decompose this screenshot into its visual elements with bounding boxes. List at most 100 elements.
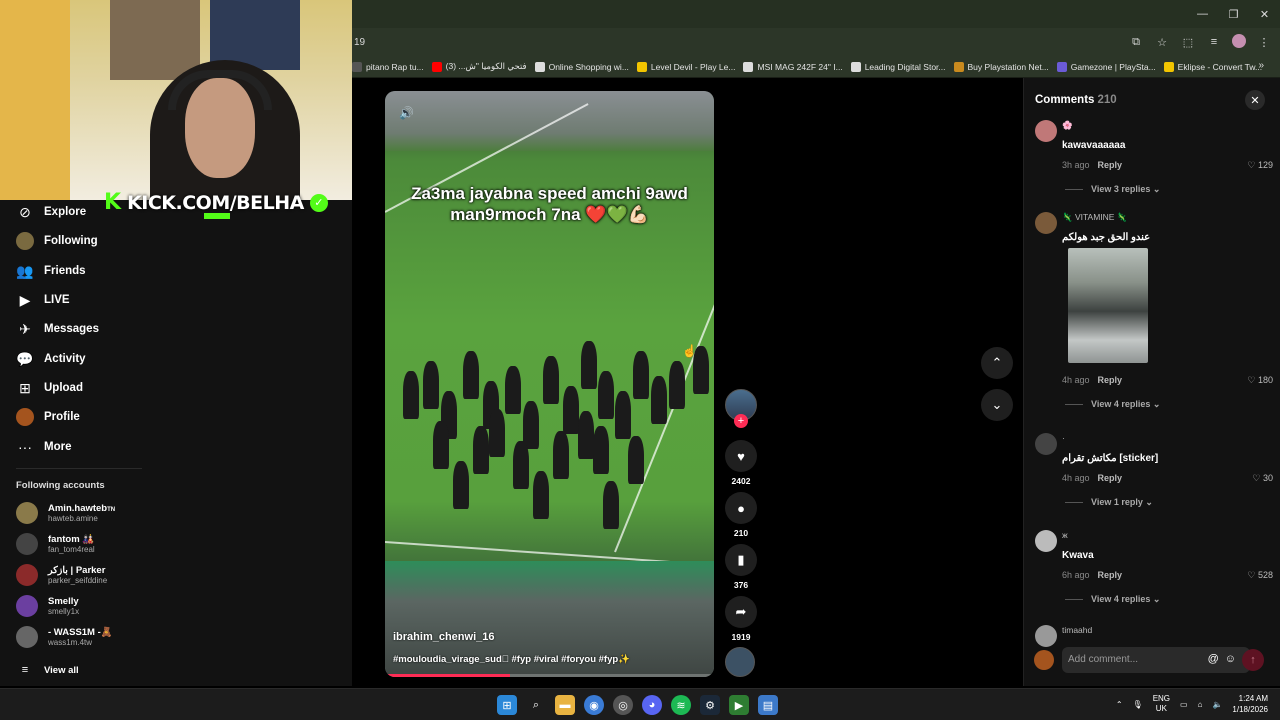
bookmark-item[interactable]: فتحي الكوميا "ش... (3) [431,61,527,72]
bookmark-item[interactable]: Level Devil - Play Le... [636,61,735,72]
follow-plus-icon[interactable]: + [734,414,748,428]
music-disc[interactable] [725,647,755,677]
bookmark-star-icon[interactable]: ☆ [1154,34,1170,50]
following-account[interactable]: Amin.hawtebTN hawteb.amine [16,502,115,524]
address-text[interactable]: 19 [354,37,365,48]
search-icon[interactable]: ⌕ [526,695,546,715]
network-icon[interactable]: ⌂ [1198,700,1203,709]
reply-button[interactable]: Reply [1098,375,1123,385]
microphone-icon[interactable]: 🎙 [1133,700,1143,709]
comment-username[interactable]: ж [1062,530,1068,540]
view-replies-button[interactable]: View 4 replies ⌄ [1065,594,1160,605]
photos-icon[interactable]: ▤ [758,695,778,715]
bookmark-item[interactable]: Eklipse - Convert Tw... [1163,61,1262,72]
language-indicator[interactable]: ENG UK [1153,694,1170,714]
more-bookmarks-icon[interactable]: » [1258,60,1264,71]
view-replies-button[interactable]: View 1 reply ⌄ [1065,497,1153,508]
sidebar-item-upload[interactable]: ⊞ Upload [16,379,83,397]
bookmark-item[interactable]: Gamezone | PlaySta... [1056,61,1156,72]
comment-like-button[interactable]: ♡ 129 [1247,160,1273,171]
clock[interactable]: 1:24 AM 1/18/2026 [1232,693,1268,715]
comment-avatar[interactable] [1035,120,1057,142]
steam-icon[interactable]: ⚙ [700,695,720,715]
sidebar-item-friends[interactable]: 👥 Friends [16,262,85,280]
comment-username[interactable]: 🌸 [1062,120,1073,131]
close-comments-button[interactable]: ✕ [1245,90,1265,110]
close-window-button[interactable]: ✕ [1249,0,1280,28]
view-replies-button[interactable]: View 3 replies ⌄ [1065,184,1160,195]
bookmark-favicon-icon [850,61,861,72]
following-account[interactable]: fantom 🎎 fan_tom4real [16,533,95,555]
following-account[interactable]: بازكر | Parker parker_seifddine [16,564,107,586]
spotify-icon[interactable]: ≋ [671,695,691,715]
sidebar-item-messages[interactable]: ✈ Messages [16,320,99,338]
view-replies-button[interactable]: View 4 replies ⌄ [1065,399,1160,410]
sidebar-item-activity[interactable]: 💬 Activity [16,350,85,368]
comment-avatar[interactable] [1035,625,1057,647]
comment-like-button[interactable]: ♡ 30 [1252,473,1273,484]
game-launcher-icon[interactable]: ▶ [729,695,749,715]
video-progress-bar[interactable] [385,674,714,677]
following-account[interactable]: Smelly smelly1x [16,595,79,617]
comment-button[interactable]: ● [725,492,757,524]
volume-tray-icon[interactable]: 🔈 [1212,700,1222,709]
chrome-icon[interactable]: ◉ [584,695,604,715]
next-video-button[interactable]: ⌄ [981,389,1013,421]
sidebar-item-profile[interactable]: Profile [16,408,80,426]
bookmark-favicon-icon [743,61,754,72]
bookmark-label: pitano Rap tu... [366,61,424,72]
cast-icon[interactable]: ⧉ [1128,34,1144,50]
activity-icon: 💬 [16,350,34,367]
restore-button[interactable]: ❐ [1218,0,1249,28]
sidebar: ⊘ Explore Following 👥 Friends ▶ LIVE ✈ Messages 💬… [0,200,352,686]
view-all-link[interactable]: ≡ View all [16,661,79,679]
reply-button[interactable]: Reply [1098,473,1123,483]
mention-icon[interactable]: @ [1208,653,1219,665]
reply-button[interactable]: Reply [1098,570,1123,580]
sidebar-item-more[interactable]: ··· More [16,438,71,456]
like-button[interactable]: ♥ [725,440,757,472]
address-bar[interactable]: 19 ⧉ ☆ ⬚ ≡ ⋮ [352,28,1280,56]
previous-video-button[interactable]: ⌃ [981,347,1013,379]
video-username[interactable]: ibrahim_chenwi_16 [393,631,495,643]
discord-icon[interactable]: ◕ [642,695,662,715]
media-icon[interactable]: ≡ [1206,34,1222,50]
bookmark-item[interactable]: MSI MAG 242F 24" I... [743,61,843,72]
comment-avatar[interactable] [1035,212,1057,234]
video-hashtags[interactable]: #mouloudia_virage_sud🏻 #fyp #viral #fory… [393,654,630,665]
sidebar-item-following[interactable]: Following [16,232,98,250]
menu-icon[interactable]: ⋮ [1256,34,1272,50]
video-player[interactable]: 🔊 Za3ma jayabna speed amchi 9awd man9rmo… [385,91,714,677]
bookmark-item[interactable]: Buy Playstation Net... [953,61,1049,72]
reply-button[interactable]: Reply [1098,160,1123,170]
file-explorer-icon[interactable]: ▬ [555,695,575,715]
comment-text: kawavaaaaaa [1062,140,1126,151]
comment-username[interactable]: 🦎 VITAMINE 🦎 [1062,212,1127,223]
display-icon[interactable]: ▭ [1180,700,1188,709]
bookmark-item[interactable]: Leading Digital Stor... [850,61,946,72]
taskbar-apps: ⊞ ⌕ ▬ ◉ ◎ ◕ ≋ ⚙ ▶ ▤ [497,695,778,715]
obs-icon[interactable]: ◎ [613,695,633,715]
sidebar-item-live[interactable]: ▶ LIVE [16,291,70,309]
tray-chevron-icon[interactable]: ⌃ [1116,700,1123,709]
start-icon[interactable]: ⊞ [497,695,517,715]
minimize-button[interactable]: — [1187,0,1218,28]
profile-avatar-icon[interactable] [1232,34,1246,48]
bookmark-item[interactable]: pitano Rap tu... [352,61,424,72]
share-button[interactable]: ➦ [725,596,757,628]
emoji-icon[interactable]: ☺ [1225,653,1236,665]
comment-like-button[interactable]: ♡ 180 [1247,375,1273,386]
comment-username[interactable]: timaahd [1062,625,1092,635]
comment-photo[interactable] [1068,248,1148,363]
post-comment-button[interactable]: ↑ [1242,649,1264,671]
comment-avatar[interactable] [1035,530,1057,552]
comment-avatar[interactable] [1035,433,1057,455]
extensions-icon[interactable]: ⬚ [1180,34,1196,50]
following-account[interactable]: - WASS1M -🧸 wass1m.4tw [16,626,113,648]
bookmark-item[interactable]: Online Shopping wi... [534,61,629,72]
save-button[interactable]: ▮ [725,544,757,576]
comment-like-button[interactable]: ♡ 528 [1247,570,1273,581]
comment-username[interactable]: · [1062,433,1065,443]
sidebar-item-explore[interactable]: ⊘ Explore [16,203,86,221]
volume-icon[interactable]: 🔊 [399,106,414,120]
